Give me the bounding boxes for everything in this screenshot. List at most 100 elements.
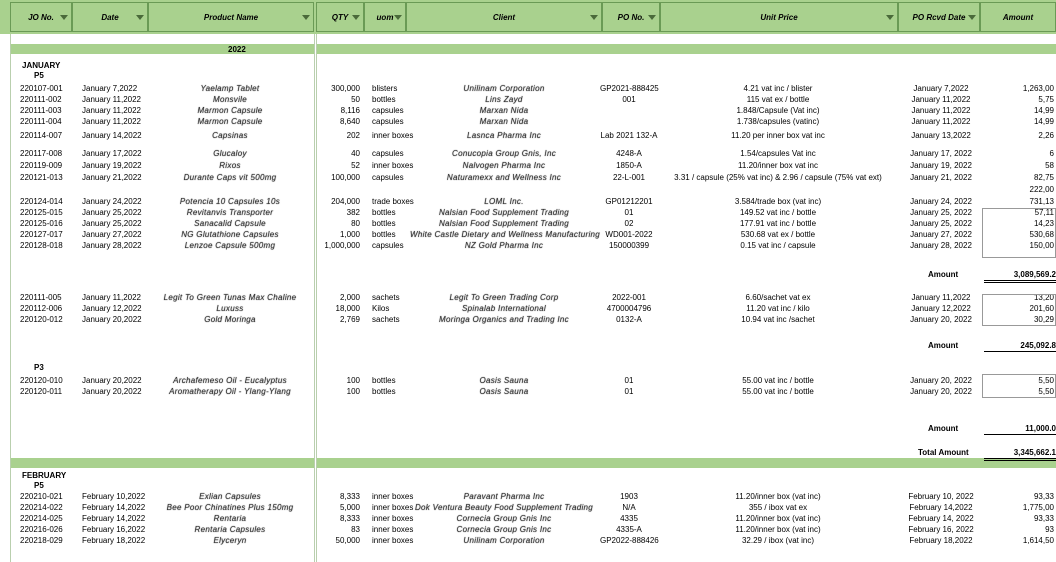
- po-rcvd-date-cell[interactable]: January 11,2022: [900, 117, 982, 127]
- client-cell[interactable]: Spinalab International: [410, 304, 598, 314]
- client-cell[interactable]: White Castle Dietary and Wellness Manufa…: [410, 230, 600, 240]
- header-date[interactable]: Date: [72, 2, 148, 32]
- date-cell[interactable]: January 20,2022: [82, 315, 142, 325]
- jo-no-cell[interactable]: 220124-014: [20, 197, 63, 207]
- unit-price-cell[interactable]: 32.29 / ibox (vat inc): [660, 536, 896, 546]
- jo-no-cell[interactable]: 220125-015: [20, 208, 63, 218]
- amount-cell[interactable]: 93: [984, 525, 1054, 535]
- qty-cell[interactable]: 83: [318, 525, 360, 535]
- uom-cell[interactable]: inner boxes: [372, 503, 413, 513]
- product-cell[interactable]: Rentaria: [150, 514, 310, 524]
- po-no-cell[interactable]: GP2021-888425: [600, 84, 659, 94]
- amount-cell[interactable]: 1,775,00: [984, 503, 1054, 513]
- date-cell[interactable]: February 18,2022: [82, 536, 145, 546]
- table-row[interactable]: 220117-008 January 17,2022 Glucaloy 40 capsu…: [0, 149, 1056, 159]
- qty-cell[interactable]: 300,000: [318, 84, 360, 94]
- client-cell[interactable]: Nalsian Food Supplement Trading: [410, 208, 598, 218]
- unit-price-cell[interactable]: 3.584/trade box (vat inc): [660, 197, 896, 207]
- product-cell[interactable]: Aromatherapy Oil - Ylang-Ylang: [150, 387, 310, 397]
- amount-cell[interactable]: 58: [984, 161, 1054, 171]
- table-row[interactable]: 220111-005 January 11,2022 Legit To Green …: [0, 293, 1056, 303]
- unit-price-cell[interactable]: 11.20/inner box (vat inc): [660, 525, 896, 535]
- uom-cell[interactable]: inner boxes: [372, 492, 413, 502]
- uom-cell[interactable]: sachets: [372, 293, 400, 303]
- amount-cell[interactable]: 6: [984, 149, 1054, 159]
- amount-cell[interactable]: 82,75: [984, 173, 1054, 183]
- filter-dropdown-icon[interactable]: [60, 15, 68, 20]
- date-cell[interactable]: February 14,2022: [82, 503, 145, 513]
- uom-cell[interactable]: bottles: [372, 230, 396, 240]
- date-cell[interactable]: January 21,2022: [82, 173, 142, 183]
- jo-no-cell[interactable]: 220218-029: [20, 536, 63, 546]
- client-cell[interactable]: Naturamexx and Wellness Inc: [410, 173, 598, 183]
- jo-no-cell[interactable]: 220121-013: [20, 173, 63, 183]
- jo-no-cell[interactable]: 220112-006: [20, 304, 62, 314]
- po-rcvd-date-cell[interactable]: February 14,2022: [900, 503, 982, 513]
- date-cell[interactable]: January 20,2022: [82, 376, 142, 386]
- amount-cell[interactable]: 93,33: [984, 514, 1054, 524]
- jo-no-cell[interactable]: 220127-017: [20, 230, 63, 240]
- unit-price-cell[interactable]: 4.21 vat inc / blister: [660, 84, 896, 94]
- client-cell[interactable]: Marxan Nida: [410, 117, 598, 127]
- uom-cell[interactable]: trade boxes: [372, 197, 414, 207]
- product-cell[interactable]: Lenzoe Capsule 500mg: [150, 241, 310, 251]
- po-no-cell[interactable]: 22-L-001: [600, 173, 658, 183]
- po-no-cell[interactable]: 4700004796: [600, 304, 658, 314]
- po-no-cell[interactable]: 2022-001: [600, 293, 658, 303]
- qty-cell[interactable]: 204,000: [318, 197, 360, 207]
- client-cell[interactable]: Legit To Green Trading Corp: [410, 293, 598, 303]
- table-row[interactable]: 222,00: [0, 185, 1056, 195]
- unit-price-cell[interactable]: 11.20/inner box (vat inc): [660, 492, 896, 502]
- product-cell[interactable]: Legit To Green Tunas Max Chaline: [150, 293, 310, 303]
- filter-dropdown-icon[interactable]: [886, 15, 894, 20]
- client-cell[interactable]: Nalvogen Pharma Inc: [410, 161, 598, 171]
- po-rcvd-date-cell[interactable]: January 20, 2022: [900, 376, 982, 386]
- product-cell[interactable]: Bee Poor Chinatines Plus 150mg: [150, 503, 310, 513]
- table-row[interactable]: 220214-025 February 14,2022 Rentaria 8,333 i…: [0, 514, 1056, 524]
- date-cell[interactable]: January 11,2022: [82, 106, 141, 116]
- po-rcvd-date-cell[interactable]: January 20, 2022: [900, 315, 982, 325]
- filter-dropdown-icon[interactable]: [648, 15, 656, 20]
- po-rcvd-date-cell[interactable]: February 10, 2022: [900, 492, 982, 502]
- jo-no-cell[interactable]: 220120-012: [20, 315, 63, 325]
- table-row[interactable]: 220125-015 January 25,2022 Revitanvis Tran…: [0, 208, 1056, 218]
- date-cell[interactable]: January 7,2022: [82, 84, 137, 94]
- po-no-cell[interactable]: 01: [600, 208, 658, 218]
- po-no-cell[interactable]: 4248-A: [600, 149, 658, 159]
- table-row[interactable]: 220127-017 January 27,2022 NG Glutathione …: [0, 230, 1056, 240]
- po-rcvd-date-cell[interactable]: January 12,2022: [900, 304, 982, 314]
- filter-dropdown-icon[interactable]: [590, 15, 598, 20]
- po-rcvd-date-cell[interactable]: February 16, 2022: [900, 525, 982, 535]
- client-cell[interactable]: Oasis Sauna: [410, 376, 598, 386]
- uom-cell[interactable]: bottles: [372, 219, 396, 229]
- client-cell[interactable]: Paravant Pharma Inc: [410, 492, 598, 502]
- jo-no-cell[interactable]: 220107-001: [20, 84, 63, 94]
- po-rcvd-date-cell[interactable]: January 7,2022: [900, 84, 982, 94]
- date-cell[interactable]: January 27,2022: [82, 230, 142, 240]
- table-row[interactable]: 220114-007 January 14,2022 Capsinas 202 inne…: [0, 131, 1056, 141]
- unit-price-cell[interactable]: 11.20 vat inc / kilo: [660, 304, 896, 314]
- header-amount[interactable]: Amount: [980, 2, 1056, 32]
- amount-cell[interactable]: 14,99: [984, 106, 1054, 116]
- uom-cell[interactable]: inner boxes: [372, 536, 413, 546]
- table-row[interactable]: 220214-022 February 14,2022 Bee Poor China…: [0, 503, 1056, 513]
- po-no-cell[interactable]: 1850-A: [600, 161, 658, 171]
- jo-no-cell[interactable]: 220120-011: [20, 387, 62, 397]
- qty-cell[interactable]: 8,116: [318, 106, 360, 116]
- product-cell[interactable]: Exlian Capsules: [150, 492, 310, 502]
- header-jo-no[interactable]: JO No.: [10, 2, 72, 32]
- uom-cell[interactable]: inner boxes: [372, 514, 413, 524]
- unit-price-cell[interactable]: 55.00 vat inc / bottle: [660, 376, 896, 386]
- qty-cell[interactable]: 100: [318, 376, 360, 386]
- product-cell[interactable]: Revitanvis Transporter: [150, 208, 310, 218]
- po-rcvd-date-cell[interactable]: January 20, 2022: [900, 387, 982, 397]
- client-cell[interactable]: Moringa Organics and Trading Inc: [410, 315, 598, 325]
- product-cell[interactable]: Elyceryn: [150, 536, 310, 546]
- product-cell[interactable]: Marmon Capsule: [150, 106, 310, 116]
- table-row[interactable]: 220107-001 January 7,2022 Yaelamp Tablet 30…: [0, 84, 1056, 94]
- po-rcvd-date-cell[interactable]: January 13,2022: [900, 131, 982, 141]
- unit-price-cell[interactable]: 177.91 vat inc / bottle: [660, 219, 896, 229]
- header-unit-price[interactable]: Unit Price: [660, 2, 898, 32]
- date-cell[interactable]: January 12,2022: [82, 304, 142, 314]
- header-po-no[interactable]: PO No.: [602, 2, 660, 32]
